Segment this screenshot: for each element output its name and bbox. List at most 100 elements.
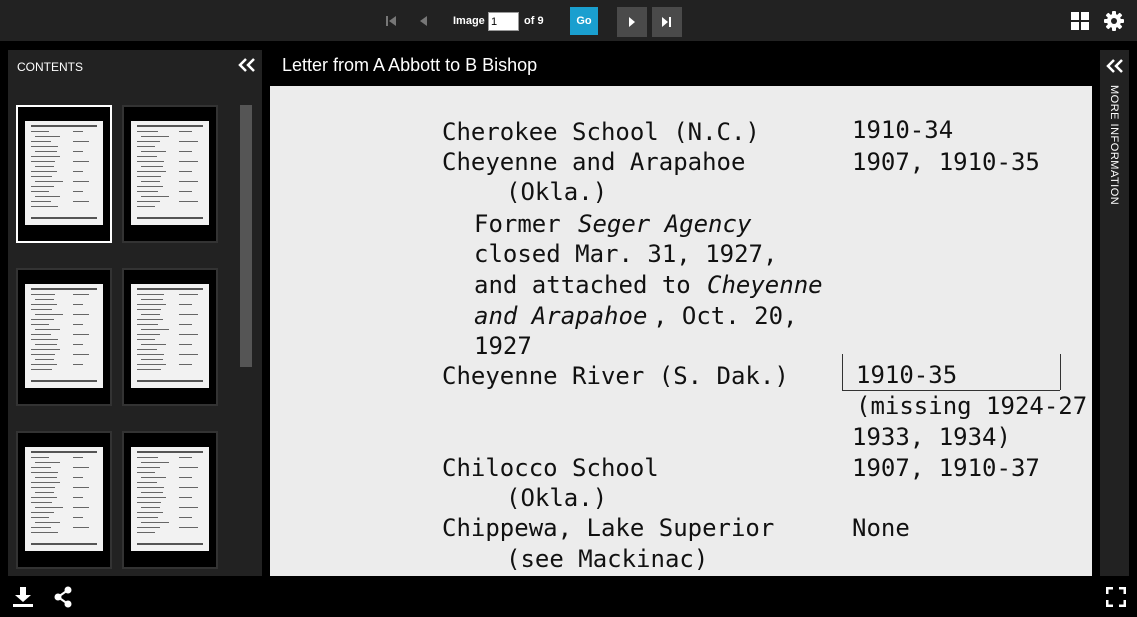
- thumbnail-text-line: [31, 131, 49, 132]
- thumbnail-rule: [137, 125, 203, 127]
- thumbnail-text-line: [35, 507, 63, 508]
- thumbnail-text-line: [179, 171, 192, 172]
- thumbnail-text-line: [73, 324, 83, 325]
- thumbnail-text-line: [31, 319, 54, 320]
- thumbnail-item[interactable]: [122, 268, 218, 406]
- gear-icon[interactable]: [1104, 11, 1124, 31]
- thumbnail-text-line: [31, 146, 58, 147]
- contents-title: CONTENTS: [17, 60, 83, 74]
- thumbnail-text-line: [31, 472, 58, 473]
- next-page-button[interactable]: [617, 7, 647, 37]
- thumbnail-text-line: [137, 131, 158, 132]
- thumbnail-text-line: [31, 161, 55, 162]
- doc-line: and Arapahoe: [474, 302, 648, 330]
- thumbnail-text-line: [137, 304, 166, 305]
- fullscreen-icon[interactable]: [1106, 587, 1126, 607]
- thumbnail-text-line: [179, 294, 198, 295]
- thumbnail-text-line: [31, 364, 57, 365]
- thumbnail-text-line: [179, 487, 198, 488]
- thumbnail-item[interactable]: [16, 431, 112, 569]
- thumbnail-item[interactable]: [16, 268, 112, 406]
- thumbnail-text-line: [35, 181, 63, 182]
- grid-view-icon[interactable]: [1071, 12, 1089, 30]
- thumbnail-text-line: [137, 517, 158, 518]
- thumbnail-text-line: [73, 334, 89, 335]
- thumbnail-rule: [31, 288, 97, 290]
- thumbnail-item[interactable]: [122, 431, 218, 569]
- doc-line: closed Mar. 31, 1927,: [474, 240, 778, 268]
- go-button[interactable]: Go: [570, 7, 598, 35]
- thumbnail-text-line: [137, 364, 166, 365]
- thumbnail-text-line: [141, 151, 166, 152]
- doc-line: (Okla.): [506, 178, 608, 206]
- thumbnail-text-line: [137, 457, 158, 458]
- doc-line: Cheyenne River (S. Dak.): [442, 362, 789, 390]
- thumbnail-scrollbar[interactable]: [240, 105, 252, 367]
- thumbnail-text-line: [73, 497, 83, 498]
- thumbnail-text-line: [31, 497, 57, 498]
- thumbnail-text-line: [31, 517, 49, 518]
- thumbnail-text-line: [35, 477, 57, 478]
- download-icon[interactable]: [12, 586, 34, 608]
- doc-line: 1907, 1910-37: [852, 454, 1040, 482]
- thumbnail-text-line: [179, 131, 192, 132]
- thumbnail-text-line: [179, 181, 198, 182]
- contents-panel: CONTENTS: [8, 50, 262, 576]
- thumbnail-text-line: [73, 181, 89, 182]
- expand-right-icon[interactable]: [1106, 59, 1124, 73]
- thumbnail-text-line: [31, 141, 51, 142]
- thumbnail-rule: [137, 288, 203, 290]
- document-image[interactable]: Cherokee School (N.C.) 1910-34 Cheyenne …: [270, 86, 1092, 576]
- thumbnail-text-line: [141, 344, 166, 345]
- thumbnail-text-line: [35, 151, 57, 152]
- collapse-left-icon[interactable]: [238, 58, 256, 72]
- thumbnail-item[interactable]: [122, 105, 218, 243]
- thumbnail-text-line: [179, 517, 192, 518]
- more-information-label: MORE INFORMATION: [1108, 85, 1120, 206]
- thumbnail-text-line: [31, 201, 51, 202]
- thumbnail-rule: [31, 451, 97, 453]
- thumbnail-text-line: [137, 354, 164, 355]
- thumbnail-text-line: [137, 176, 161, 177]
- thumbnail-text-line: [137, 349, 157, 350]
- thumbnail-text-line: [137, 191, 158, 192]
- thumbnail-text-line: [141, 329, 169, 330]
- thumbnail-text-line: [35, 314, 63, 315]
- first-page-icon[interactable]: [381, 11, 401, 31]
- prev-page-icon[interactable]: [414, 11, 434, 31]
- thumbnail-text-line: [141, 166, 163, 167]
- thumbnail-text-line: [179, 364, 192, 365]
- thumbnail-text-line: [31, 309, 52, 310]
- thumbnail-text-line: [73, 191, 83, 192]
- box-mark-left: [842, 354, 843, 390]
- thumbnail-text-line: [179, 324, 192, 325]
- thumbnail-text-line: [31, 294, 55, 295]
- thumbnail-text-line: [31, 349, 60, 350]
- thumbnail-text-line: [31, 304, 57, 305]
- thumbnail-text-line: [179, 477, 192, 478]
- image-number-input[interactable]: [488, 12, 519, 31]
- more-information-panel[interactable]: MORE INFORMATION: [1100, 50, 1129, 576]
- thumbnail-text-line: [73, 457, 83, 458]
- thumbnail-text-line: [179, 334, 198, 335]
- thumbnail-text-line: [31, 156, 60, 157]
- thumbnail-text-line: [137, 201, 160, 202]
- thumbnail-text-line: [137, 319, 163, 320]
- thumbnail-text-line: [137, 186, 163, 187]
- thumbnail-text-line: [73, 171, 83, 172]
- thumbnail-text-line: [31, 191, 49, 192]
- thumbnail-text-line: [35, 329, 60, 330]
- thumbnail-text-line: [73, 344, 83, 345]
- last-page-button[interactable]: [652, 7, 682, 37]
- thumbnail-text-line: [31, 206, 58, 207]
- thumbnail-text-line: [137, 369, 161, 370]
- thumbnail-text-line: [31, 512, 54, 513]
- thumbnail-page-image: [25, 121, 103, 225]
- thumbnail-text-line: [137, 309, 161, 310]
- share-icon[interactable]: [53, 586, 73, 608]
- thumbnail-item[interactable]: [16, 105, 112, 243]
- document-title: Letter from A Abbott to B Bishop: [282, 55, 538, 75]
- thumbnail-text-line: [137, 294, 164, 295]
- thumbnail-rule: [137, 543, 203, 545]
- thumbnail-text-line: [137, 156, 157, 157]
